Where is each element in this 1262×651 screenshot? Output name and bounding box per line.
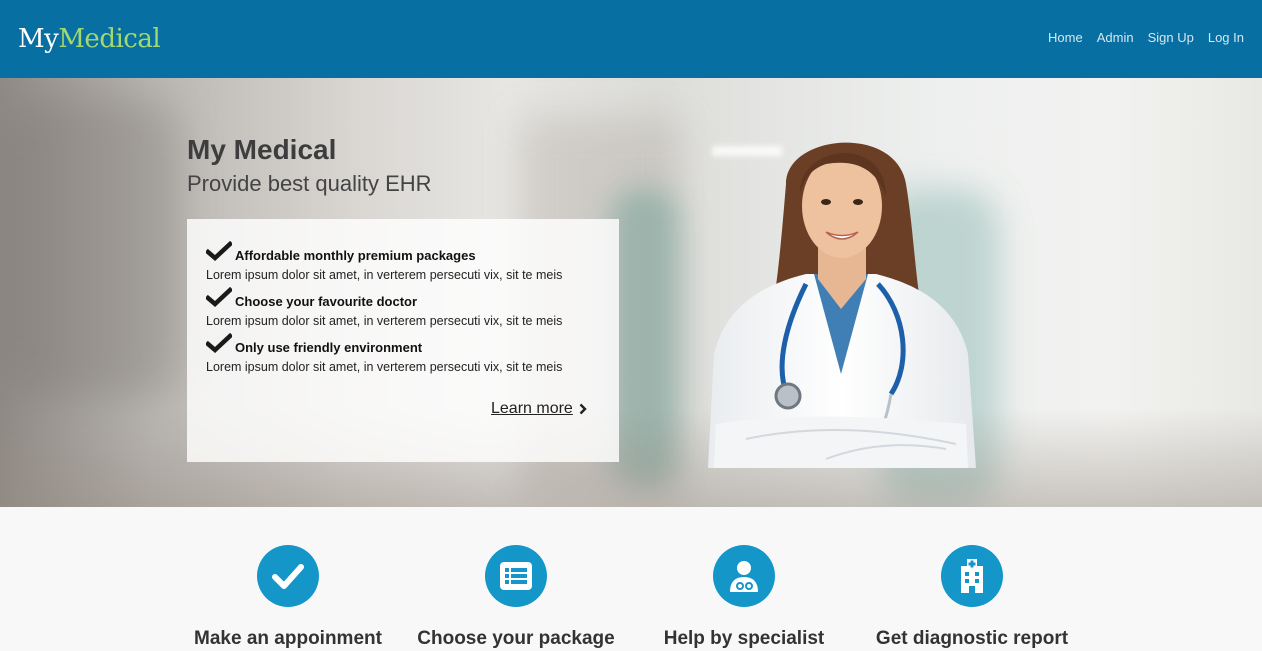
hero-section: My Medical Provide best quality EHR Affo… [0, 78, 1262, 507]
feature-title: Only use friendly environment [235, 340, 423, 355]
checkmark-icon [206, 287, 232, 307]
service-title: Choose your package [417, 628, 615, 649]
service-icon-circle [713, 545, 775, 607]
checkmark-icon [206, 241, 232, 261]
feature-description: Lorem ipsum dolor sit amet, in verterem … [206, 314, 563, 328]
service-icon-circle [257, 545, 319, 607]
brand-name-part2: Medical [58, 24, 161, 54]
list-icon [500, 562, 532, 590]
features-panel: Affordable monthly premium packages Lore… [187, 219, 619, 462]
nav-signup-link[interactable]: Sign Up [1148, 30, 1194, 46]
hero-subtitle: Provide best quality EHR [187, 171, 432, 196]
hero-background-blur [0, 98, 180, 398]
learn-more-label: Learn more [491, 400, 573, 417]
feature-title: Affordable monthly premium packages [235, 248, 476, 263]
service-diagnostic[interactable]: Get diagnostic report [857, 545, 1087, 651]
feature-description: Lorem ipsum dolor sit amet, in verterem … [206, 268, 563, 282]
service-icon-circle [941, 545, 1003, 607]
service-package[interactable]: Choose your package [401, 545, 631, 651]
nav-login-link[interactable]: Log In [1208, 30, 1244, 46]
top-navbar: MyMedical Home Admin Sign Up Log In [0, 0, 1262, 78]
doctor-icon [730, 561, 758, 592]
nav-admin-link[interactable]: Admin [1097, 30, 1134, 46]
hero-title: My Medical [187, 134, 337, 165]
service-title: Get diagnostic report [875, 628, 1069, 649]
feature-description: Lorem ipsum dolor sit amet, in verterem … [206, 360, 563, 374]
service-icon-circle [485, 545, 547, 607]
hospital-icon [961, 559, 983, 593]
brand-name-part1: My [18, 24, 59, 54]
feature-title: Choose your favourite doctor [235, 294, 418, 309]
service-title: Make an appoinment [194, 628, 382, 649]
service-specialist[interactable]: Help by specialist [629, 545, 859, 651]
brand-logo[interactable]: MyMedical [18, 20, 161, 58]
service-title: Help by specialist [663, 628, 825, 649]
chevron-right-icon [579, 403, 587, 415]
check-icon [272, 564, 304, 589]
nav-menu: Home Admin Sign Up Log In [1048, 30, 1244, 46]
checkmark-icon [206, 333, 232, 353]
learn-more-link[interactable]: Learn more [491, 399, 587, 419]
services-section: Make an appoinment Choose your package H… [0, 507, 1262, 649]
nav-home-link[interactable]: Home [1048, 30, 1083, 46]
doctor-image [708, 142, 976, 468]
service-appointment[interactable]: Make an appoinment [173, 545, 403, 651]
